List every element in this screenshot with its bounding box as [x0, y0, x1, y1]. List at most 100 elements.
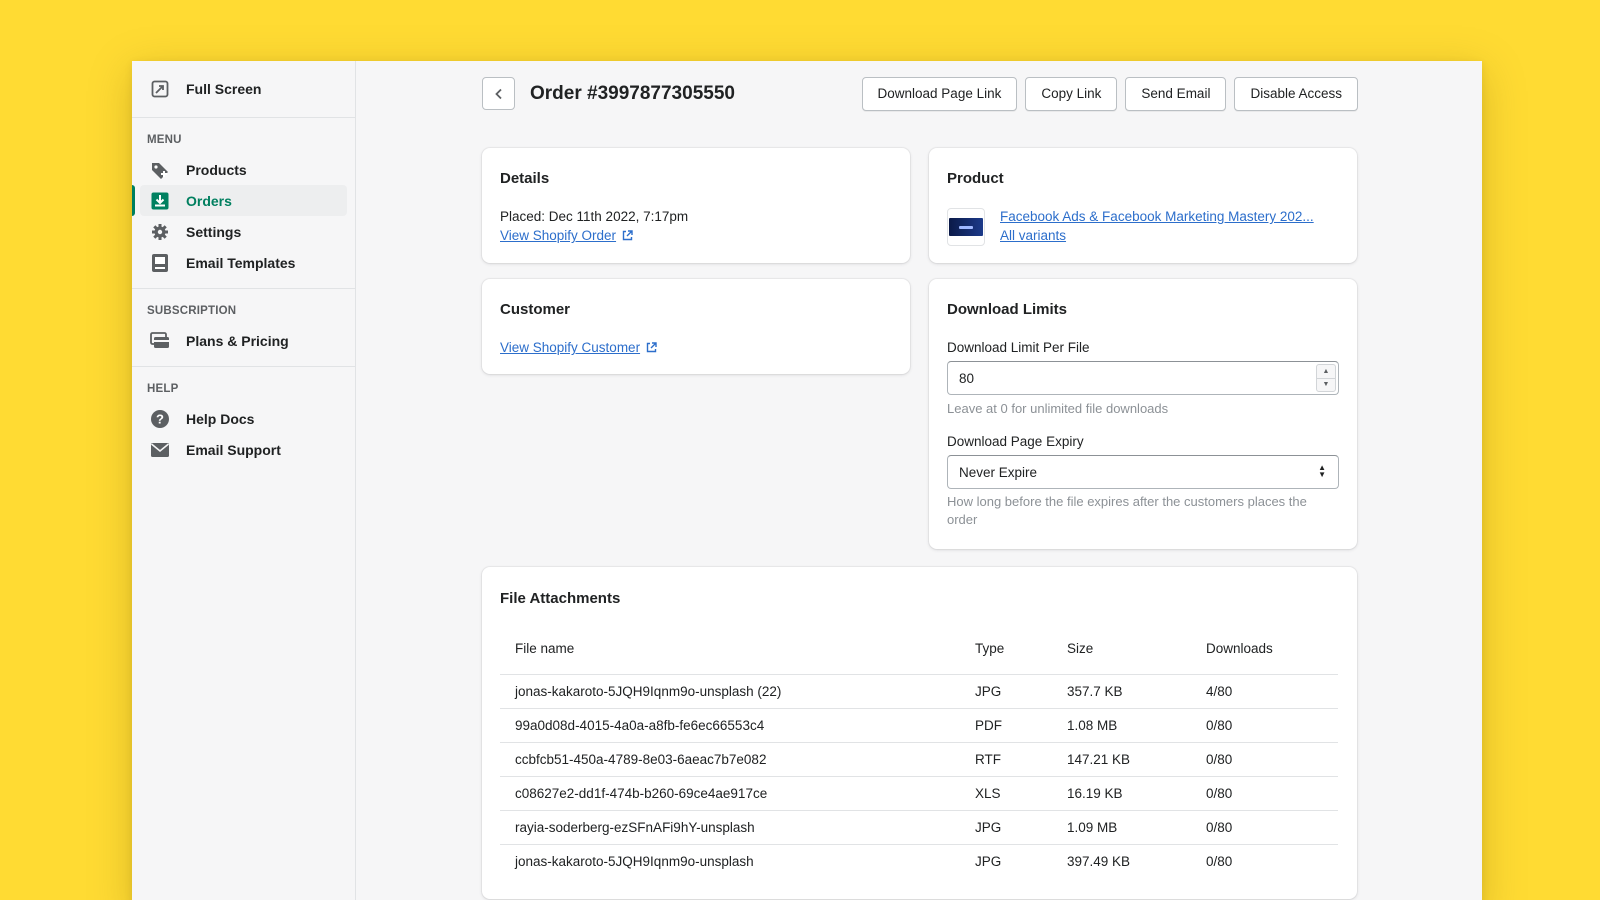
- column-header-type: Type: [960, 624, 1052, 675]
- fullscreen-label: Full Screen: [186, 81, 262, 97]
- view-shopify-order-label: View Shopify Order: [500, 228, 617, 243]
- download-limits-card: Download Limits Download Limit Per File …: [929, 279, 1357, 549]
- sidebar-heading-subscription: SUBSCRIPTION: [147, 305, 237, 317]
- sidebar-section-help: HELP ? Help Docs Email Support: [132, 367, 355, 475]
- orders-download-icon: [150, 191, 170, 211]
- copy-link-button[interactable]: Copy Link: [1025, 76, 1118, 111]
- file-size-cell: 357.7 KB: [1052, 674, 1191, 709]
- file-type-cell: JPG: [975, 853, 1002, 869]
- table-row[interactable]: jonas-kakaroto-5JQH9Iqnm9o-unsplash JPG …: [500, 844, 1338, 878]
- view-shopify-customer-label: View Shopify Customer: [500, 340, 641, 355]
- file-downloads-cell: 0/80: [1191, 810, 1338, 845]
- file-name-cell: c08627e2-dd1f-474b-b260-69ce4ae917ce: [500, 776, 960, 811]
- stepper-up-icon[interactable]: ▲: [1316, 364, 1336, 378]
- stepper-down-icon[interactable]: ▼: [1316, 377, 1336, 392]
- file-name-cell: jonas-kakaroto-5JQH9Iqnm9o-unsplash (22): [500, 674, 960, 709]
- table-header-row: File name Type Size Downloads: [500, 624, 1338, 675]
- file-size-cell: 16.19 KB: [1052, 776, 1191, 811]
- file-attachments-table: File name Type Size Downloads jonas-kaka…: [500, 624, 1338, 878]
- download-expiry-value: Never Expire: [959, 464, 1038, 480]
- main-content: Order #3997877305550 Download Page Link …: [356, 61, 1482, 900]
- placed-date: Placed: Dec 11th 2022, 7:17pm: [500, 209, 689, 224]
- column-header-file-name: File name: [500, 624, 960, 675]
- sidebar-item-orders[interactable]: Orders: [132, 185, 347, 216]
- chevron-left-icon: [494, 88, 502, 99]
- file-type-cell: XLS: [960, 776, 1052, 811]
- gear-icon: [150, 222, 170, 242]
- download-limit-input[interactable]: 80 ▲ ▼: [947, 361, 1339, 395]
- table-row[interactable]: 99a0d08d-4015-4a0a-a8fb-fe6ec66553c4 PDF…: [500, 708, 1338, 743]
- fullscreen-icon: [150, 79, 170, 99]
- page-header: Order #3997877305550 Download Page Link …: [482, 76, 1358, 111]
- file-size-cell: 397.49 KB: [1067, 853, 1131, 869]
- sidebar-heading-help: HELP: [147, 383, 179, 395]
- file-downloads-cell: 0/80: [1191, 708, 1338, 743]
- view-shopify-order-link[interactable]: View Shopify Order: [500, 228, 633, 243]
- sidebar-item-email-support[interactable]: Email Support: [140, 434, 347, 465]
- file-downloads-cell: 0/80: [1191, 776, 1338, 811]
- file-type-cell: RTF: [960, 742, 1052, 777]
- file-size-cell: 1.09 MB: [1052, 810, 1191, 845]
- all-variants-link[interactable]: All variants: [1000, 228, 1066, 243]
- envelope-icon: [150, 440, 170, 460]
- sidebar-item-products[interactable]: Products: [140, 154, 347, 185]
- sidebar-heading-menu: MENU: [147, 134, 182, 146]
- download-limit-label: Download Limit Per File: [947, 340, 1090, 355]
- plans-icon: [150, 331, 170, 351]
- file-attachments-card: File Attachments File name Type Size Dow…: [482, 567, 1357, 899]
- download-expiry-help: How long before the file expires after t…: [947, 494, 1307, 527]
- file-type-cell: JPG: [960, 810, 1052, 845]
- details-title: Details: [500, 170, 550, 187]
- sidebar-item-label: Products: [186, 161, 247, 178]
- sidebar-item-settings[interactable]: Settings: [140, 216, 347, 247]
- download-limit-value: 80: [959, 370, 975, 386]
- file-size-cell: 1.08 MB: [1052, 708, 1191, 743]
- tag-icon: [150, 160, 170, 180]
- details-card: Details Placed: Dec 11th 2022, 7:17pm Vi…: [482, 148, 910, 263]
- sidebar-item-label: Plans & Pricing: [186, 332, 289, 349]
- customer-title: Customer: [500, 301, 571, 318]
- product-name-link[interactable]: Facebook Ads & Facebook Marketing Master…: [1000, 209, 1314, 224]
- external-link-icon: [622, 230, 633, 241]
- disable-access-button[interactable]: Disable Access: [1234, 76, 1358, 111]
- sidebar-section-subscription: SUBSCRIPTION Plans & Pricing: [132, 289, 355, 367]
- download-expiry-select[interactable]: Never Expire ▲ ▼: [947, 455, 1339, 489]
- table-row[interactable]: ccbfcb51-450a-4789-8e03-6aeac7b7e082 RTF…: [500, 742, 1338, 777]
- email-template-icon: [150, 253, 170, 273]
- send-email-button[interactable]: Send Email: [1125, 76, 1227, 111]
- page-title: Order #3997877305550: [530, 82, 735, 104]
- file-attachments-table-wrap: File name Type Size Downloads jonas-kaka…: [500, 624, 1338, 878]
- download-limits-title: Download Limits: [947, 301, 1067, 318]
- sidebar-item-label: Email Templates: [186, 254, 296, 271]
- table-row[interactable]: c08627e2-dd1f-474b-b260-69ce4ae917ce XLS…: [500, 776, 1338, 811]
- back-button[interactable]: [482, 77, 515, 110]
- sidebar-item-help-docs[interactable]: ? Help Docs: [140, 403, 347, 434]
- question-circle-icon: ?: [150, 409, 170, 429]
- file-downloads-cell: 0/80: [1191, 742, 1338, 777]
- column-header-downloads: Downloads: [1191, 624, 1338, 675]
- file-name-cell: jonas-kakaroto-5JQH9Iqnm9o-unsplash: [515, 853, 754, 869]
- product-card: Product Facebook Ads & Facebook Marketin…: [929, 148, 1357, 263]
- customer-card: Customer View Shopify Customer: [482, 279, 910, 374]
- file-type-cell: JPG: [960, 674, 1052, 709]
- header-actions: Download Page Link Copy Link Send Email …: [861, 76, 1358, 111]
- download-limit-help: Leave at 0 for unlimited file downloads: [947, 401, 1169, 416]
- sidebar-item-label: Settings: [186, 223, 242, 240]
- product-thumbnail: [947, 208, 985, 246]
- download-page-link-button[interactable]: Download Page Link: [861, 76, 1018, 111]
- sidebar-item-email-templates[interactable]: Email Templates: [140, 247, 347, 278]
- file-type-cell: PDF: [960, 708, 1052, 743]
- table-row[interactable]: rayia-soderberg-ezSFnAFi9hY-unsplash JPG…: [500, 810, 1338, 845]
- quantity-stepper: ▲ ▼: [1316, 364, 1336, 392]
- sidebar-item-label: Email Support: [186, 441, 281, 458]
- download-expiry-label: Download Page Expiry: [947, 434, 1084, 449]
- file-downloads-cell: 0/80: [1206, 853, 1233, 869]
- external-link-icon: [646, 342, 657, 353]
- sidebar-item-label: Help Docs: [186, 410, 255, 427]
- view-shopify-customer-link[interactable]: View Shopify Customer: [500, 340, 657, 355]
- table-row[interactable]: jonas-kakaroto-5JQH9Iqnm9o-unsplash (22)…: [500, 674, 1338, 709]
- select-arrows-icon: ▲ ▼: [1318, 463, 1326, 479]
- fullscreen-button[interactable]: Full Screen: [132, 61, 355, 118]
- sidebar-item-plans-pricing[interactable]: Plans & Pricing: [140, 325, 347, 356]
- file-name-cell: rayia-soderberg-ezSFnAFi9hY-unsplash: [500, 810, 960, 845]
